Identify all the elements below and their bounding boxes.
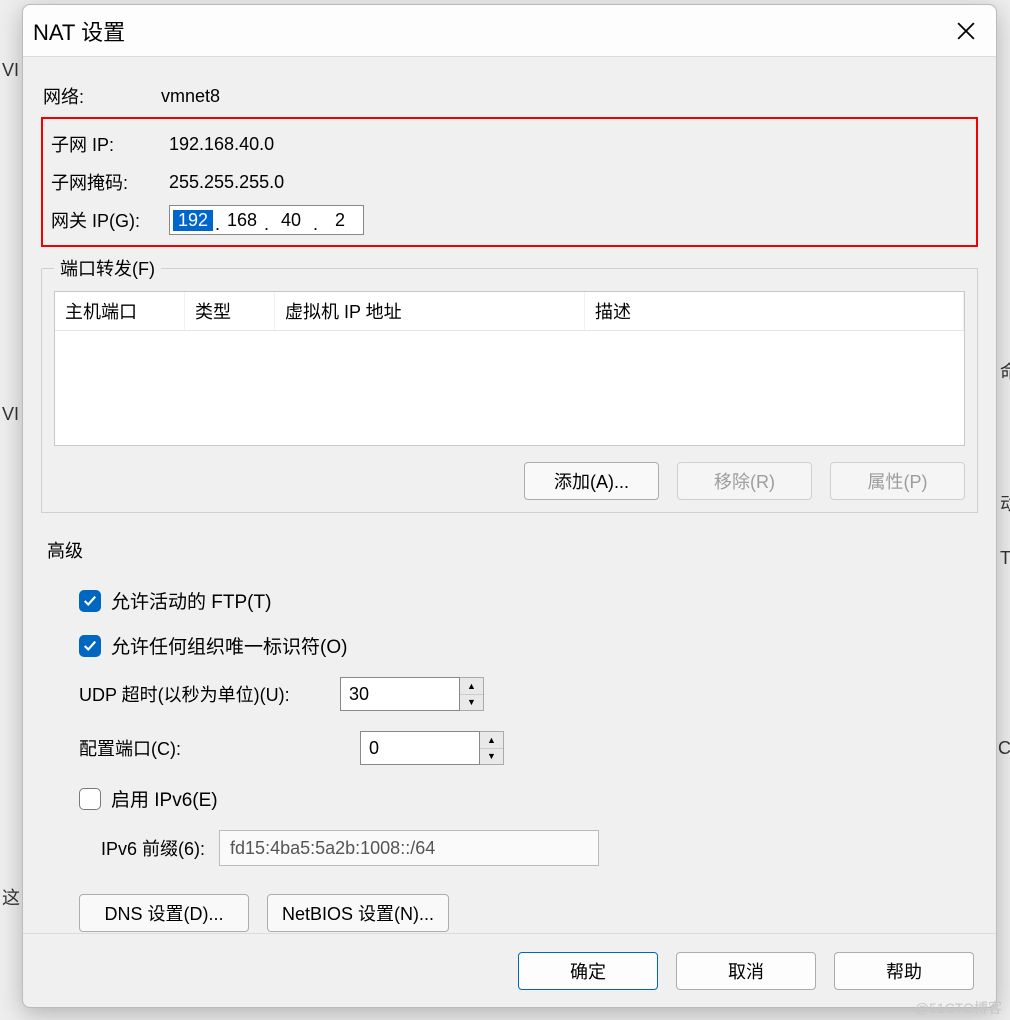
remove-button[interactable]: 移除(R) xyxy=(677,462,812,500)
gateway-label: 网关 IP(G): xyxy=(51,207,169,233)
advanced-section: 高级 允许活动的 FTP(T) 允许任何组织唯一标识符(O) UDP 超时(以秒… xyxy=(41,537,978,932)
org-id-row[interactable]: 允许任何组织唯一标识符(O) xyxy=(79,632,972,659)
advanced-buttons: DNS 设置(D)... NetBIOS 设置(N)... xyxy=(79,894,972,932)
spin-up-icon[interactable]: ▲ xyxy=(480,732,503,749)
table-header: 主机端口 类型 虚拟机 IP 地址 描述 xyxy=(55,292,964,331)
org-id-checkbox[interactable] xyxy=(79,635,101,657)
network-row: 网络: vmnet8 xyxy=(43,77,978,115)
spin-down-icon[interactable]: ▼ xyxy=(460,695,483,711)
network-label: 网络: xyxy=(43,83,161,109)
check-icon xyxy=(83,594,97,608)
netbios-settings-button[interactable]: NetBIOS 设置(N)... xyxy=(267,894,449,932)
bg-text: 这 xyxy=(2,884,20,910)
highlight-box: 子网 IP: 192.168.40.0 子网掩码: 255.255.255.0 … xyxy=(41,117,978,247)
config-port-spinner[interactable]: ▲ ▼ xyxy=(360,731,504,765)
udp-timeout-label: UDP 超时(以秒为单位)(U): xyxy=(79,681,324,707)
port-forward-table[interactable]: 主机端口 类型 虚拟机 IP 地址 描述 xyxy=(54,291,965,446)
ok-button[interactable]: 确定 xyxy=(518,952,658,990)
dialog-titlebar: NAT 设置 xyxy=(23,5,996,57)
subnet-ip-row: 子网 IP: 192.168.40.0 xyxy=(51,125,968,163)
gateway-octet-4[interactable]: 2 xyxy=(320,210,360,231)
gateway-octet-3[interactable]: 40 xyxy=(271,210,311,231)
enable-ipv6-label: 启用 IPv6(E) xyxy=(111,785,218,812)
bg-text: CI xyxy=(998,738,1010,759)
nat-settings-dialog: NAT 设置 网络: vmnet8 子网 IP: 192.168.40.0 子网… xyxy=(22,4,997,1008)
udp-timeout-spinner[interactable]: ▲ ▼ xyxy=(340,677,484,711)
port-forward-buttons: 添加(A)... 移除(R) 属性(P) xyxy=(54,462,965,500)
spin-up-icon[interactable]: ▲ xyxy=(460,678,483,695)
subnet-ip-value: 192.168.40.0 xyxy=(169,134,274,155)
col-type[interactable]: 类型 xyxy=(185,292,275,330)
subnet-mask-label: 子网掩码: xyxy=(51,169,169,195)
properties-button[interactable]: 属性(P) xyxy=(830,462,965,500)
subnet-ip-label: 子网 IP: xyxy=(51,131,169,157)
ftp-active-label: 允许活动的 FTP(T) xyxy=(111,587,271,614)
advanced-title: 高级 xyxy=(47,537,972,563)
help-button[interactable]: 帮助 xyxy=(834,952,974,990)
dialog-title: NAT 设置 xyxy=(33,15,125,47)
network-value: vmnet8 xyxy=(161,86,220,107)
udp-timeout-row: UDP 超时(以秒为单位)(U): ▲ ▼ xyxy=(79,677,972,711)
close-icon xyxy=(957,22,975,40)
dialog-content: 网络: vmnet8 子网 IP: 192.168.40.0 子网掩码: 255… xyxy=(23,57,996,933)
bg-text: VI xyxy=(2,60,19,81)
gateway-octet-2[interactable]: 168 xyxy=(222,210,262,231)
ftp-active-checkbox[interactable] xyxy=(79,590,101,612)
org-id-label: 允许任何组织唯一标识符(O) xyxy=(111,632,347,659)
ipv6-prefix-row: IPv6 前缀(6): xyxy=(101,830,972,866)
enable-ipv6-row[interactable]: 启用 IPv6(E) xyxy=(79,785,972,812)
close-button[interactable] xyxy=(950,15,982,47)
bg-text: 动 xyxy=(1000,490,1010,516)
subnet-mask-row: 子网掩码: 255.255.255.0 xyxy=(51,163,968,201)
ipv6-prefix-input[interactable] xyxy=(219,830,599,866)
port-forward-legend: 端口转发(F) xyxy=(54,255,161,281)
ipv6-prefix-label: IPv6 前缀(6): xyxy=(101,835,205,861)
check-icon xyxy=(83,639,97,653)
col-desc[interactable]: 描述 xyxy=(585,292,964,330)
bg-text: 命 xyxy=(1000,358,1010,384)
config-port-input[interactable] xyxy=(360,731,480,765)
cancel-button[interactable]: 取消 xyxy=(676,952,816,990)
bg-text: VI xyxy=(2,404,19,425)
bg-text: T xyxy=(1000,548,1010,569)
ftp-active-row[interactable]: 允许活动的 FTP(T) xyxy=(79,587,972,614)
subnet-mask-value: 255.255.255.0 xyxy=(169,172,284,193)
spin-down-icon[interactable]: ▼ xyxy=(480,749,503,765)
watermark: @51CTO博客 xyxy=(915,998,1002,1018)
col-host-port[interactable]: 主机端口 xyxy=(55,292,185,330)
gateway-octet-1[interactable]: 192 xyxy=(173,210,213,231)
config-port-row: 配置端口(C): ▲ ▼ xyxy=(79,731,972,765)
add-button[interactable]: 添加(A)... xyxy=(524,462,659,500)
config-port-label: 配置端口(C): xyxy=(79,735,324,761)
col-vm-ip[interactable]: 虚拟机 IP 地址 xyxy=(275,292,585,330)
dns-settings-button[interactable]: DNS 设置(D)... xyxy=(79,894,249,932)
udp-timeout-input[interactable] xyxy=(340,677,460,711)
gateway-row: 网关 IP(G): 192 . 168 . 40 . 2 xyxy=(51,201,968,239)
gateway-ip-input[interactable]: 192 . 168 . 40 . 2 xyxy=(169,205,364,235)
port-forward-group: 端口转发(F) 主机端口 类型 虚拟机 IP 地址 描述 添加(A)... 移除… xyxy=(41,255,978,513)
enable-ipv6-checkbox[interactable] xyxy=(79,788,101,810)
dialog-footer: 确定 取消 帮助 xyxy=(23,933,996,1007)
